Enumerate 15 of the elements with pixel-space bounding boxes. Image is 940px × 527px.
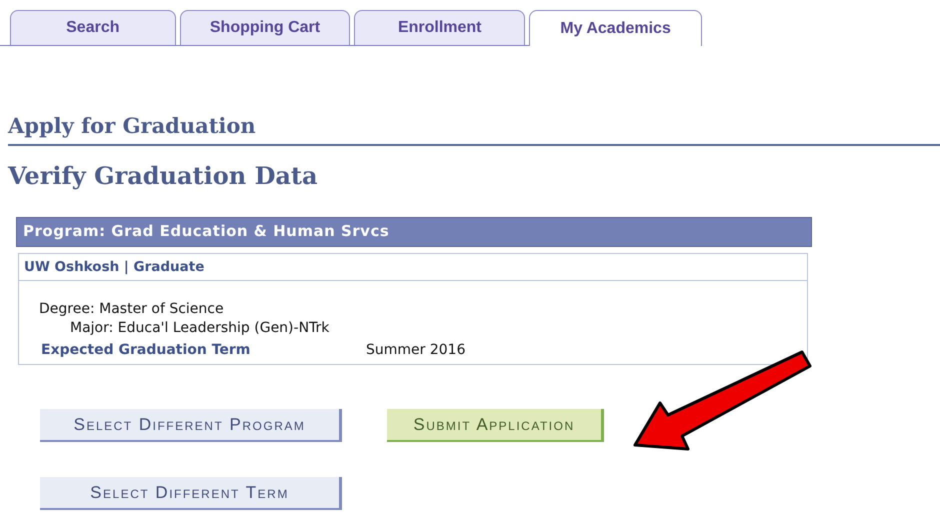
tab[interactable]: Shopping Cart: [180, 10, 350, 45]
term-value: Summer 2016: [366, 342, 466, 358]
select-button[interactable]: Select Different Program: [40, 409, 342, 442]
major-text: Major: Educa'l Leadership (Gen)-NTrk: [69, 320, 330, 336]
tab[interactable]: Enrollment: [354, 10, 526, 45]
tab[interactable]: Search: [10, 10, 176, 45]
program-header: Program: Grad Education & Human Srvcs: [16, 217, 812, 247]
tab[interactable]: My Academics: [529, 10, 702, 46]
term-label: Expected Graduation Term: [40, 342, 252, 358]
section-title: Verify Graduation Data: [8, 161, 319, 190]
page-title: Apply for Graduation: [8, 113, 940, 146]
submit-button[interactable]: Submit Application: [387, 409, 604, 442]
degree-text: Degree: Master of Science: [39, 301, 225, 317]
institution-label: UW Oshkosh | Graduate: [19, 254, 807, 281]
select-button[interactable]: Select Different Term: [40, 477, 342, 510]
